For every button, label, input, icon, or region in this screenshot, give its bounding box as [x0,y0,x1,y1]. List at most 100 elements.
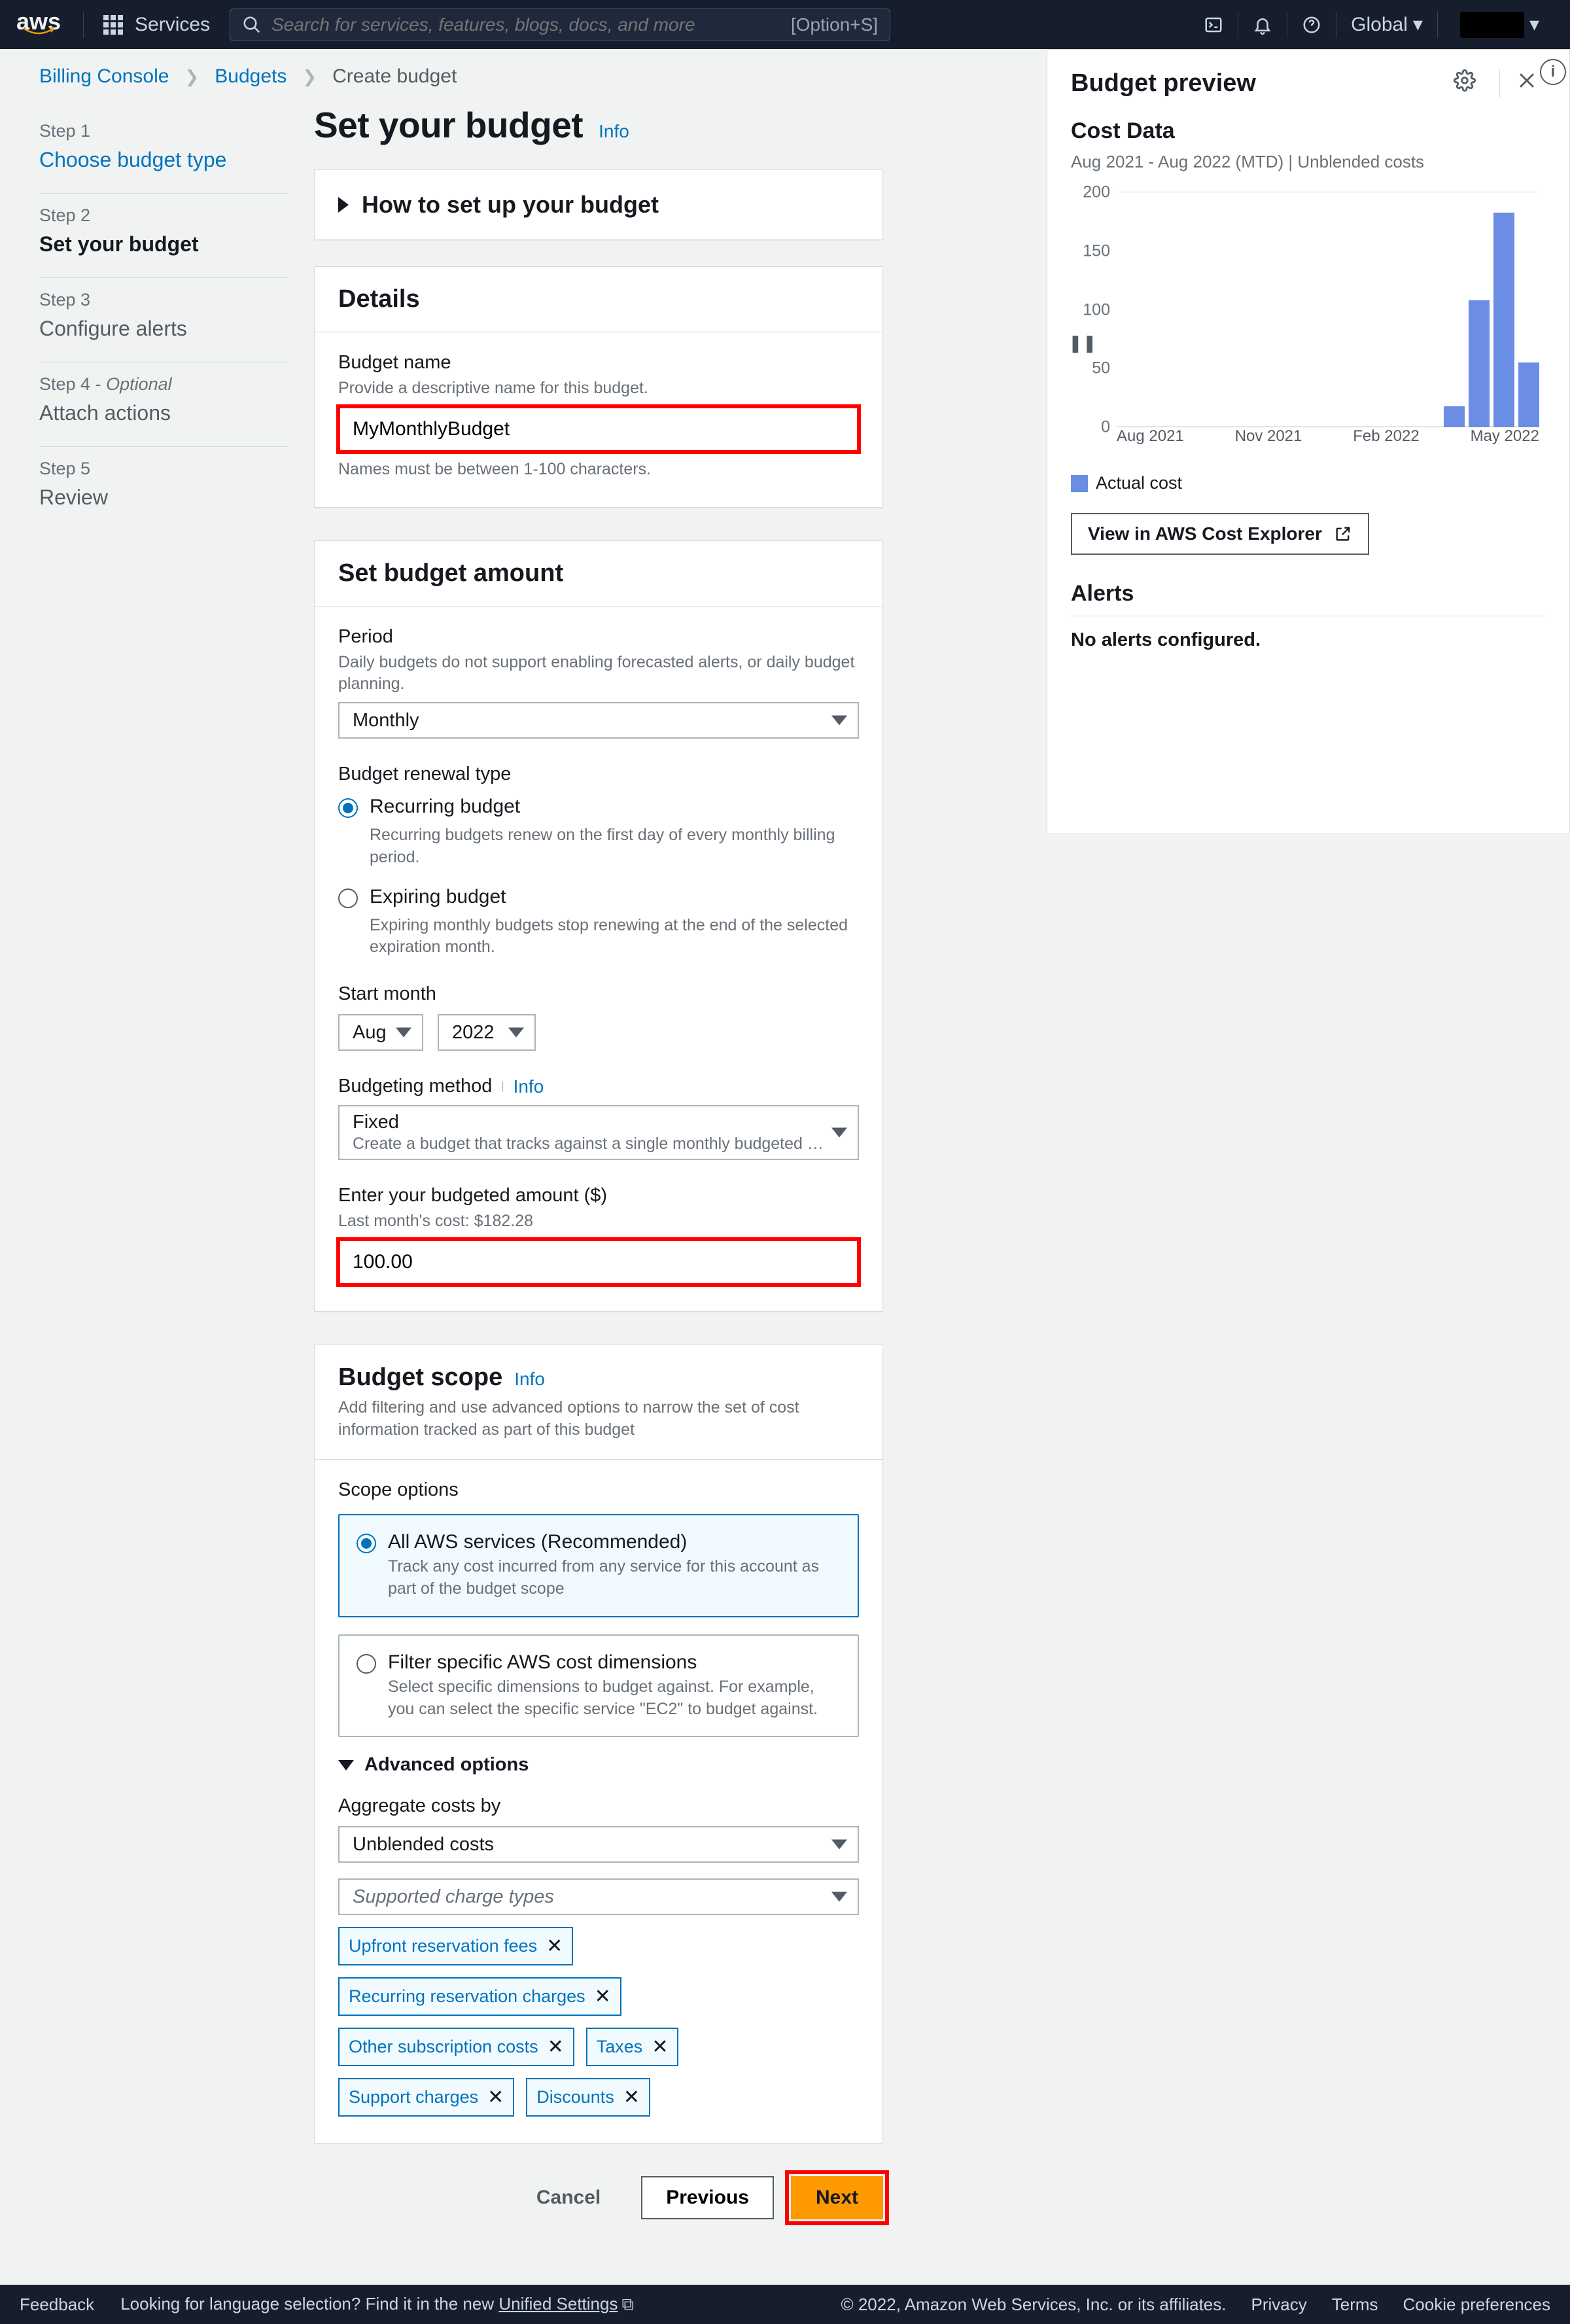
start-month-select[interactable]: Aug [338,1014,423,1051]
charge-types-select[interactable]: Supported charge types [338,1878,859,1915]
expiring-desc: Expiring monthly budgets stop renewing a… [370,915,859,959]
scope-options-label: Scope options [338,1479,859,1501]
preview-title: Budget preview [1071,69,1430,97]
crumb-billing[interactable]: Billing Console [39,65,169,88]
caret-right-icon [338,197,349,213]
amount-help: Last month's cost: $182.28 [338,1210,859,1233]
step-4[interactable]: Step 4 - Optional Attach actions [39,362,288,447]
advanced-options-toggle[interactable]: Advanced options [338,1754,859,1776]
amount-panel: Set budget amount Period Daily budgets d… [314,540,883,1312]
radio-icon [338,798,358,818]
step-1[interactable]: Step 1 Choose budget type [39,109,288,194]
cancel-button[interactable]: Cancel [513,2176,624,2219]
details-panel: Details Budget name Provide a descriptiv… [314,266,883,508]
chart-legend: Actual cost [1071,473,1546,493]
remove-token-icon[interactable]: ✕ [546,1935,563,1958]
radio-expiring[interactable]: Expiring budget [338,886,859,908]
search-input[interactable] [262,14,791,35]
chevron-down-icon [831,1840,847,1850]
step-5[interactable]: Step 5 Review [39,447,288,531]
caret-down-icon [338,1760,354,1770]
feedback-link[interactable]: Feedback [20,2295,94,2315]
chevron-down-icon [831,716,847,726]
howto-title: How to set up your budget [362,191,659,219]
scope-info-link[interactable]: Info [514,1369,545,1390]
copyright-text: © 2022, Amazon Web Services, Inc. or its… [841,2295,1226,2315]
aws-smile-icon [24,27,54,37]
charge-type-token[interactable]: Recurring reservation charges✕ [338,1977,621,2016]
recurring-desc: Recurring budgets renew on the first day… [370,824,859,869]
cost-range: Aug 2021 - Aug 2022 (MTD) | Unblended co… [1071,152,1546,172]
info-panel-toggle[interactable]: i [1540,59,1566,85]
amount-header: Set budget amount [338,559,563,588]
details-header: Details [338,285,420,313]
chart-bar [1469,300,1490,427]
charge-type-token[interactable]: Taxes✕ [586,2028,679,2066]
scope-all-card[interactable]: All AWS services (Recommended) Track any… [338,1514,859,1617]
period-help: Daily budgets do not support enabling fo… [338,652,859,696]
search-shortcut: [Option+S] [791,14,878,35]
next-button[interactable]: Next [791,2176,883,2219]
period-label: Period [338,626,859,648]
chart-bar [1444,406,1465,427]
charge-type-token[interactable]: Upfront reservation fees✕ [338,1927,573,1965]
external-link-icon [1334,525,1352,543]
cloudshell-icon[interactable] [1189,12,1238,38]
budget-name-input[interactable] [338,406,859,452]
method-info-link[interactable]: Info [514,1076,544,1097]
cookies-link[interactable]: Cookie preferences [1403,2295,1550,2315]
cost-chart: ❚❚ 200150100500 Aug 2021Nov 2021Feb 2022… [1071,192,1546,453]
unified-settings-link[interactable]: Unified Settings⧉ [498,2294,634,2314]
remove-token-icon[interactable]: ✕ [623,2086,640,2109]
charge-type-token[interactable]: Support charges✕ [338,2078,514,2117]
privacy-link[interactable]: Privacy [1251,2295,1307,2315]
chart-bar [1518,362,1539,427]
method-select[interactable]: Fixed Create a budget that tracks agains… [338,1105,859,1160]
aws-logo[interactable]: aws [16,12,61,37]
step-2[interactable]: Step 2 Set your budget [39,194,288,278]
budget-name-help: Provide a descriptive name for this budg… [338,378,859,400]
scope-desc: Add filtering and use advanced options t… [338,1397,859,1441]
close-preview-icon[interactable] [1499,69,1546,97]
radio-icon [357,1534,376,1553]
chevron-right-icon: ❯ [302,67,317,87]
crumb-current: Create budget [332,65,457,88]
no-alerts-text: No alerts configured. [1071,629,1546,651]
remove-token-icon[interactable]: ✕ [595,1985,611,2008]
amount-input[interactable] [338,1239,859,1285]
aggregate-label: Aggregate costs by [338,1795,859,1817]
search-icon [242,15,262,35]
services-grid-icon[interactable] [103,15,123,35]
radio-icon [338,889,358,908]
budget-name-constraint: Names must be between 1-100 characters. [338,459,859,481]
page-title: Set your budget [314,104,583,146]
view-cost-explorer-button[interactable]: View in AWS Cost Explorer [1071,513,1369,555]
terms-link[interactable]: Terms [1332,2295,1378,2315]
alerts-heading: Alerts [1071,581,1546,616]
drag-handle-icon[interactable]: ❚❚ [1068,333,1097,353]
settings-gear-icon[interactable] [1446,69,1484,97]
remove-token-icon[interactable]: ✕ [652,2035,668,2058]
step-3[interactable]: Step 3 Configure alerts [39,278,288,362]
radio-recurring[interactable]: Recurring budget [338,796,859,818]
charge-type-token[interactable]: Discounts✕ [526,2078,650,2117]
chevron-right-icon: ❯ [184,67,199,87]
scope-filter-card[interactable]: Filter specific AWS cost dimensions Sele… [338,1634,859,1738]
previous-button[interactable]: Previous [641,2176,774,2219]
help-icon[interactable] [1287,12,1336,38]
remove-token-icon[interactable]: ✕ [548,2035,564,2058]
page-info-link[interactable]: Info [599,121,629,142]
account-menu[interactable]: ▾ [1437,12,1554,38]
services-link[interactable]: Services [135,14,210,36]
crumb-budgets[interactable]: Budgets [215,65,287,88]
remove-token-icon[interactable]: ✕ [487,2086,504,2109]
start-year-select[interactable]: 2022 [438,1014,536,1051]
charge-type-token[interactable]: Other subscription costs✕ [338,2028,574,2066]
howto-expander[interactable]: How to set up your budget [315,170,882,239]
global-search[interactable]: [Option+S] [230,9,890,41]
notifications-icon[interactable] [1238,12,1287,38]
radio-icon [357,1654,376,1674]
period-select[interactable]: Monthly [338,702,859,739]
region-selector[interactable]: Global▾ [1336,12,1437,38]
aggregate-select[interactable]: Unblended costs [338,1826,859,1863]
